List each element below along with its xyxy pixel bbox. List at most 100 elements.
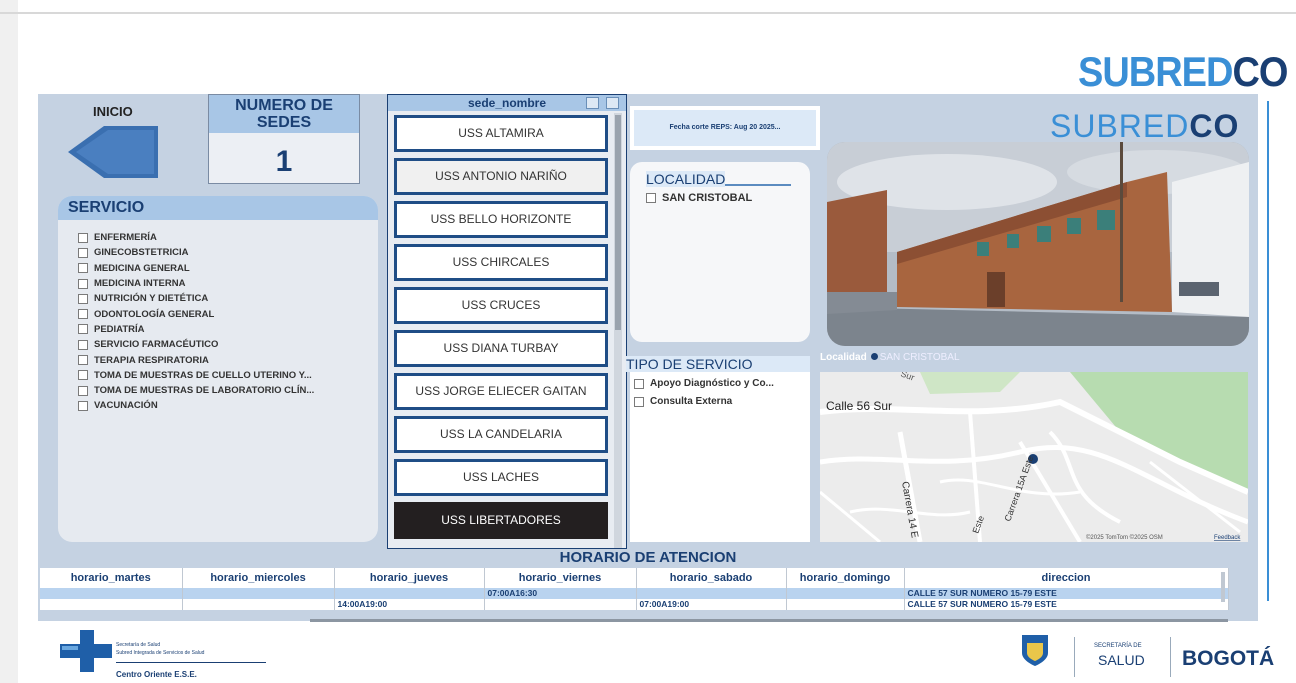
legend-dot-icon	[870, 353, 878, 360]
checkbox[interactable]	[78, 293, 88, 304]
servicio-option-label: SERVICIO FARMACÉUTICO	[94, 339, 219, 351]
column-header[interactable]: direccion	[904, 568, 1229, 588]
horario-title: HORARIO DE ATENCION	[559, 549, 737, 566]
checkbox[interactable]	[78, 263, 88, 274]
checkbox[interactable]	[78, 324, 88, 335]
checkbox[interactable]	[78, 247, 88, 258]
inicio-label: INICIO	[93, 104, 133, 119]
numero-sedes-title: NUMERO DE SEDES	[209, 95, 359, 133]
column-header[interactable]: horario_sabado	[636, 568, 787, 588]
sede-scroll-thumb[interactable]	[615, 115, 621, 330]
servicio-option[interactable]: SERVICIO FARMACÉUTICO	[78, 337, 378, 352]
servicio-option[interactable]: MEDICINA GENERAL	[78, 261, 378, 276]
table-cell	[40, 588, 183, 599]
sede-header: sede_nombre	[388, 95, 626, 111]
table-cell: 07:00A16:30	[484, 588, 637, 599]
table-row[interactable]: 07:00A16:30 CALLE 57 SUR NUMERO 15-79 ES…	[40, 588, 1229, 599]
table-header-row: horario_martes horario_miercoles horario…	[40, 568, 1229, 588]
servicio-option[interactable]: TERAPIA RESPIRATORIA	[78, 352, 378, 367]
table-cell: CALLE 57 SUR NUMERO 15-79 ESTE	[904, 599, 1229, 610]
bogota-footer-logos: SECRETARÍA DE SALUD BOGOTÁ	[1012, 625, 1282, 680]
checkbox[interactable]	[78, 370, 88, 381]
sede-button[interactable]: USS LIBERTADORES	[394, 502, 608, 539]
sede-button[interactable]: USS DIANA TURBAY	[394, 330, 608, 367]
cross-logo-icon	[60, 630, 112, 672]
tipo-servicio-option[interactable]: Consulta Externa	[634, 396, 732, 407]
map-street-label: Calle 56 Sur	[826, 399, 892, 413]
map-visual[interactable]: Calle 56 Sur Sur Carrera 14 E Carrera 15…	[820, 372, 1248, 542]
right-accent-line	[1267, 101, 1269, 601]
sede-button[interactable]: USS ANTONIO NARIÑO	[394, 158, 608, 195]
table-hscroll[interactable]	[310, 619, 1228, 622]
sede-list: USS ALTAMIRA USS ANTONIO NARIÑO USS BELLO …	[394, 115, 608, 545]
filter-icon[interactable]	[586, 97, 599, 109]
servicio-option[interactable]: TOMA DE MUESTRAS DE LABORATORIO CLÍN...	[78, 383, 378, 398]
back-arrow-icon[interactable]	[68, 126, 158, 178]
servicio-option[interactable]: TOMA DE MUESTRAS DE CUELLO UTERINO Y...	[78, 368, 378, 383]
sede-button[interactable]: USS CRUCES	[394, 287, 608, 324]
servicio-option[interactable]: VACUNACIÓN	[78, 398, 378, 413]
map-feedback-link[interactable]: Feedback	[1214, 535, 1241, 541]
servicio-option[interactable]: ENFERMERÍA	[78, 230, 378, 245]
sede-button[interactable]: USS CHIRCALES	[394, 244, 608, 281]
fecha-corte-text: Fecha corte REPS: Aug 20 2025...	[634, 110, 816, 146]
checkbox[interactable]	[78, 400, 88, 411]
map-canvas: Calle 56 Sur Sur Carrera 14 E Carrera 15…	[820, 372, 1248, 542]
servicio-option[interactable]: GINECOBSTETRICIA	[78, 245, 378, 260]
localidad-option[interactable]: SAN CRISTOBAL	[646, 192, 752, 204]
localidad-title: LOCALIDAD	[646, 171, 791, 187]
subredco-panel-logo: SUBREDCO	[1050, 108, 1240, 144]
servicio-option-label: TERAPIA RESPIRATORIA	[94, 354, 209, 366]
footer-divider	[1074, 637, 1075, 677]
checkbox[interactable]	[78, 385, 88, 396]
table-cell	[40, 599, 183, 610]
checkbox[interactable]	[634, 396, 644, 407]
servicio-title: SERVICIO	[58, 196, 378, 220]
eraser-icon[interactable]	[606, 97, 619, 109]
column-header[interactable]: horario_domingo	[786, 568, 905, 588]
column-header[interactable]: horario_viernes	[484, 568, 637, 588]
servicio-option-label: ENFERMERÍA	[94, 232, 157, 244]
servicio-slicer: SERVICIO ENFERMERÍA GINECOBSTETRICIA MEDIC…	[58, 196, 378, 542]
top-divider	[0, 12, 1296, 14]
checkbox[interactable]	[646, 193, 656, 203]
footer-sec-line3: Centro Oriente E.S.E.	[116, 670, 197, 679]
checkbox[interactable]	[78, 309, 88, 320]
tipo-servicio-slicer: TIPO DE SERVICIO Apoyo Diagnóstico y Co.…	[626, 356, 810, 542]
map-legend: Localidad SAN CRISTOBAL	[820, 352, 960, 363]
checkbox[interactable]	[78, 278, 88, 289]
bogota-label: BOGOTÁ	[1182, 647, 1275, 670]
fecha-corte-card: Fecha corte REPS: Aug 20 2025...	[630, 106, 820, 150]
servicio-option[interactable]: NUTRICIÓN Y DIETÉTICA	[78, 291, 378, 306]
sede-button[interactable]: USS LACHES	[394, 459, 608, 496]
table-cell	[786, 599, 905, 610]
sede-button[interactable]: USS LA CANDELARIA	[394, 416, 608, 453]
column-header[interactable]: horario_jueves	[334, 568, 485, 588]
servicio-option[interactable]: ODONTOLOGÍA GENERAL	[78, 306, 378, 321]
servicio-option[interactable]: MEDICINA INTERNA	[78, 276, 378, 291]
report-canvas: INICIO NUMERO DE SEDES 1 SERVICIO ENFERM…	[38, 94, 1258, 622]
table-cell	[786, 588, 905, 599]
servicio-option[interactable]: PEDIATRÍA	[78, 322, 378, 337]
servicio-option-label: TOMA DE MUESTRAS DE CUELLO UTERINO Y...	[94, 369, 312, 381]
table-cell: 07:00A19:00	[636, 599, 787, 610]
table-cell	[182, 588, 335, 599]
sede-button[interactable]: USS BELLO HORIZONTE	[394, 201, 608, 238]
table-vscroll[interactable]	[1221, 572, 1225, 602]
sede-button[interactable]: USS ALTAMIRA	[394, 115, 608, 152]
checkbox[interactable]	[78, 355, 88, 366]
horario-table: horario_martes horario_miercoles horario…	[40, 568, 1229, 610]
sede-button[interactable]: USS JORGE ELIECER GAITAN	[394, 373, 608, 410]
checkbox[interactable]	[78, 232, 88, 243]
servicio-option-label: GINECOBSTETRICIA	[94, 247, 189, 259]
checkbox[interactable]	[78, 339, 88, 350]
servicio-option-label: TOMA DE MUESTRAS DE LABORATORIO CLÍN...	[94, 385, 315, 397]
column-header[interactable]: horario_martes	[40, 568, 183, 588]
column-header[interactable]: horario_miercoles	[182, 568, 335, 588]
tipo-servicio-option[interactable]: Apoyo Diagnóstico y Co...	[634, 378, 774, 389]
checkbox[interactable]	[634, 378, 644, 389]
table-row[interactable]: 14:00A19:00 07:00A19:00 CALLE 57 SUR NUM…	[40, 599, 1229, 610]
servicio-list: ENFERMERÍA GINECOBSTETRICIA MEDICINA GENER…	[58, 220, 378, 414]
localidad-slicer: LOCALIDAD SAN CRISTOBAL	[630, 162, 810, 342]
subredco-logo: SUBREDCO	[1078, 49, 1288, 97]
